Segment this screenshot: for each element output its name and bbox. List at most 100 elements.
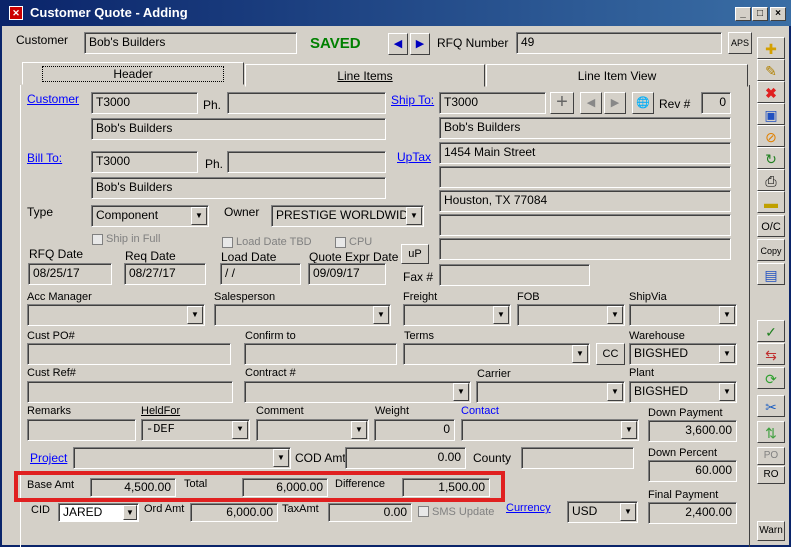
remarks-field[interactable] [27, 419, 136, 441]
warn-button[interactable]: Warn [757, 521, 785, 541]
ship-to-name-field[interactable]: Bob's Builders [439, 117, 731, 139]
heldfor-link[interactable]: HeldFor [141, 405, 180, 417]
contact-link[interactable]: Contact [461, 405, 499, 417]
county-field[interactable] [521, 447, 634, 469]
fax-field[interactable] [439, 264, 590, 286]
add-ship-to-button[interactable]: + [550, 92, 574, 114]
owner-dropdown[interactable]: PRESTIGE WORLDWID ▼ [271, 205, 424, 227]
acc-manager-dropdown[interactable]: ▼ [27, 304, 205, 326]
notes-button[interactable]: ▬ [757, 191, 785, 213]
cycle-button[interactable]: ⟳ [757, 367, 785, 389]
delete-button[interactable]: ✖ [757, 81, 785, 103]
plant-dropdown[interactable]: BIGSHED ▼ [629, 381, 737, 403]
type-dropdown[interactable]: Component ▼ [91, 205, 209, 227]
shipvia-dropdown[interactable]: ▼ [629, 304, 737, 326]
tax-amt-field[interactable]: 0.00 [328, 503, 412, 522]
confirm-to-field[interactable] [244, 343, 397, 365]
ship-to-prev-button[interactable]: ◀ [580, 92, 602, 114]
cod-amt-field[interactable]: 0.00 [345, 447, 466, 469]
difference-field[interactable]: 1,500.00 [402, 478, 490, 497]
heldfor-dropdown[interactable]: -DEF ▼ [141, 419, 250, 441]
warehouse-dropdown[interactable]: BIGSHED ▼ [629, 343, 737, 365]
up-button[interactable]: uP [401, 244, 429, 264]
tools-button[interactable]: ✂ [757, 395, 785, 417]
customer-top-field[interactable]: Bob's Builders [84, 32, 297, 54]
quote-expr-date-field[interactable]: 09/09/17 [308, 263, 386, 285]
cid-dropdown[interactable]: JARED ▼ [58, 503, 139, 522]
new-quote-button[interactable]: ✚ [757, 37, 785, 59]
salesperson-dropdown[interactable]: ▼ [214, 304, 391, 326]
comment-dropdown[interactable]: ▼ [256, 419, 369, 441]
down-payment-field[interactable]: 3,600.00 [648, 420, 737, 442]
terms-dropdown[interactable]: ▼ [403, 343, 590, 365]
ship-to-address4-field[interactable] [439, 214, 731, 236]
total-field[interactable]: 6,000.00 [242, 478, 328, 497]
fob-dropdown[interactable]: ▼ [517, 304, 625, 326]
sms-update-checkbox[interactable] [418, 506, 429, 517]
refresh-button[interactable]: ↻ [757, 147, 785, 169]
card-button[interactable]: ▤ [757, 263, 785, 285]
minimize-button[interactable]: _ [735, 7, 751, 21]
bill-to-code-field[interactable]: T3000 [91, 151, 198, 173]
cc-button[interactable]: CC [596, 343, 625, 365]
ship-to-city-field[interactable]: Houston, TX 77084 [439, 190, 731, 212]
customer-phone-field[interactable] [227, 92, 386, 114]
tag-button[interactable]: ✓ [757, 320, 785, 342]
tab-line-items[interactable]: Line Items [245, 64, 485, 87]
convert-button[interactable]: ⇅ [757, 421, 785, 443]
ord-amt-field[interactable]: 6,000.00 [190, 503, 278, 522]
ship-to-code-field[interactable]: T3000 [439, 92, 546, 114]
transfer-button[interactable]: ⇆ [757, 343, 785, 365]
rfq-number-field[interactable]: 49 [516, 32, 722, 54]
project-link[interactable]: Project [30, 451, 67, 465]
contract-dropdown[interactable]: ▼ [244, 381, 471, 403]
po-button[interactable]: PO [757, 447, 785, 465]
bill-to-name-field[interactable]: Bob's Builders [91, 177, 386, 199]
edit-button[interactable]: ✎ [757, 59, 785, 81]
carrier-dropdown[interactable]: ▼ [476, 381, 625, 403]
open-close-button[interactable]: O/C [757, 215, 785, 237]
ship-to-address1-field[interactable]: 1454 Main Street [439, 142, 731, 164]
customer-name-field[interactable]: Bob's Builders [91, 118, 386, 140]
currency-dropdown[interactable]: USD ▼ [567, 501, 638, 523]
tab-line-item-view[interactable]: Line Item View [486, 64, 748, 87]
ro-button[interactable]: RO [757, 466, 785, 484]
globe-button[interactable]: 🌐 [632, 92, 654, 114]
weight-field[interactable]: 0 [374, 419, 455, 441]
currency-link[interactable]: Currency [506, 502, 551, 514]
ship-to-address5-field[interactable] [439, 238, 731, 260]
ship-to-next-button[interactable]: ▶ [604, 92, 626, 114]
down-percent-field[interactable]: 60.000 [648, 460, 737, 482]
customer-link[interactable]: Customer [27, 92, 79, 106]
cust-ref-field[interactable] [27, 381, 233, 403]
ship-to-link[interactable]: Ship To: [391, 93, 434, 107]
bill-to-link[interactable]: Bill To: [27, 151, 62, 165]
copy-button[interactable]: Copy [757, 239, 785, 261]
cpu-checkbox[interactable] [335, 237, 346, 248]
print-button[interactable]: ⎙ [757, 169, 785, 191]
rev-field[interactable]: 0 [701, 92, 731, 114]
project-dropdown[interactable]: ▼ [73, 447, 291, 469]
base-amt-field[interactable]: 4,500.00 [90, 478, 176, 497]
load-date-field[interactable]: / / [220, 263, 301, 285]
tab-header[interactable]: Header [22, 62, 244, 85]
customer-code-field[interactable]: T3000 [91, 92, 198, 114]
final-payment-field[interactable]: 2,400.00 [648, 502, 737, 524]
req-date-field[interactable]: 08/27/17 [124, 263, 206, 285]
save-button[interactable]: ▣ [757, 103, 785, 125]
load-date-tbd-checkbox[interactable] [222, 237, 233, 248]
cancel-button[interactable]: ⊘ [757, 125, 785, 147]
prev-record-button[interactable]: ◀ [388, 33, 408, 55]
freight-dropdown[interactable]: ▼ [403, 304, 511, 326]
close-button[interactable]: × [770, 7, 786, 21]
rfq-date-field[interactable]: 08/25/17 [28, 263, 112, 285]
ship-in-full-checkbox[interactable] [92, 234, 103, 245]
bill-to-phone-field[interactable] [227, 151, 386, 173]
contact-dropdown[interactable]: ▼ [461, 419, 639, 441]
cust-po-field[interactable] [27, 343, 231, 365]
maximize-button[interactable]: □ [752, 7, 768, 21]
uptax-link[interactable]: UpTax [397, 150, 431, 164]
aps-button[interactable]: APS [728, 32, 752, 54]
next-record-button[interactable]: ▶ [410, 33, 430, 55]
ship-to-address2-field[interactable] [439, 166, 731, 188]
